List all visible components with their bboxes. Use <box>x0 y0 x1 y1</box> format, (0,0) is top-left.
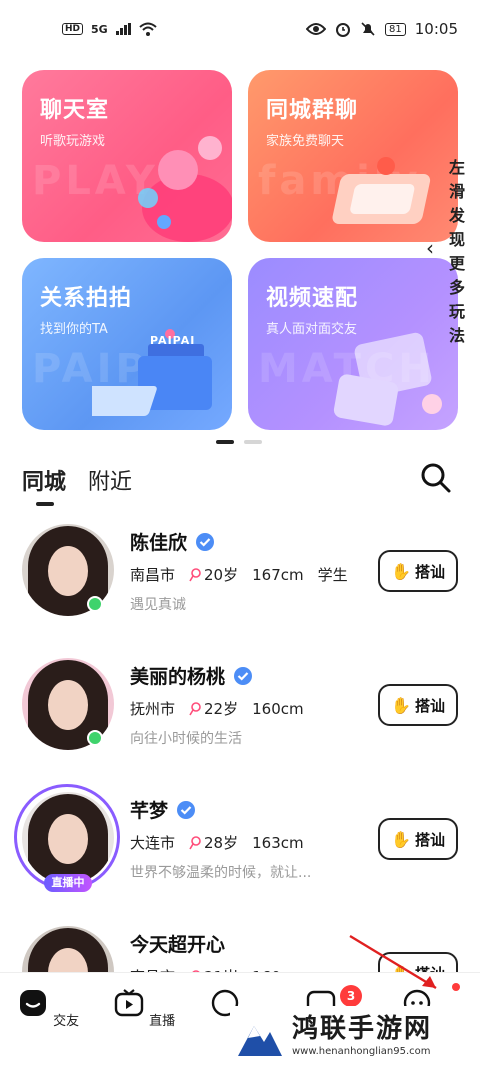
group-chat-illustration-icon <box>332 157 431 224</box>
card-title: 同城群聊 <box>266 98 359 123</box>
watermark-title: 鸿联手游网 <box>292 1014 433 1044</box>
user-city: 大连市 <box>130 834 176 852</box>
watermark-logo-icon <box>238 1026 282 1056</box>
user-job: 学生 <box>317 566 348 584</box>
tab-same-city[interactable]: 同城 <box>22 464 66 506</box>
tab-nearby[interactable]: 附近 <box>88 464 132 496</box>
hd-badge: HD <box>62 23 84 35</box>
female-icon <box>189 835 201 849</box>
annotation-arrow-icon <box>349 934 437 990</box>
female-icon <box>189 567 201 581</box>
carousel-indicator <box>216 440 262 444</box>
user-height: 163cm <box>252 833 304 852</box>
wave-hand-icon: ✋ <box>391 829 411 849</box>
site-watermark: 鸿联手游网 www.henanhonglian95.com <box>230 1006 476 1064</box>
network-type: 5G <box>91 22 108 36</box>
nav-live[interactable]: 直播 <box>109 987 179 1029</box>
card-relationship-pai[interactable]: PAIPAI 关系拍拍 找到你的TA PAIPAI <box>22 258 232 430</box>
battery-level: 81 <box>385 22 406 36</box>
chevron-left-icon: ‹ <box>426 236 434 260</box>
search-icon[interactable] <box>418 460 454 496</box>
swipe-more-hint[interactable]: 左滑发现更多玩法 <box>446 156 468 348</box>
user-age: 20岁 <box>189 564 238 585</box>
wave-hand-icon: ✋ <box>391 695 411 715</box>
user-name: 美丽的杨桃 <box>130 662 253 689</box>
carousel-dot-active <box>216 440 234 444</box>
user-age: 28岁 <box>189 832 238 853</box>
card-title: 关系拍拍 <box>40 286 133 311</box>
friends-icon <box>19 990 46 1016</box>
eye-icon <box>306 23 327 35</box>
user-bio: 向往小时候的生活 <box>130 731 242 747</box>
female-icon <box>189 701 201 715</box>
user-meta: 抚州市 22岁 160cm <box>130 698 304 719</box>
verified-icon <box>177 800 196 819</box>
user-bio: 世界不够温柔的时候，就让... <box>130 865 312 881</box>
profile-notification-dot <box>452 983 460 991</box>
video-illustration-icon <box>333 332 442 426</box>
card-city-group-chat[interactable]: family 同城群聊 家族免费聊天 <box>248 70 458 242</box>
list-item[interactable]: 陈佳欣 南昌市 20岁 167cm 学生 遇见真诚 ✋ 搭讪 <box>0 520 480 650</box>
watermark-url: www.henanhonglian95.com <box>292 1046 431 1057</box>
live-badge: 直播中 <box>44 874 92 892</box>
clock-time: 10:05 <box>414 20 458 38</box>
user-city: 抚州市 <box>130 700 176 718</box>
user-bio: 遇见真诚 <box>130 597 186 613</box>
user-name: 陈佳欣 <box>130 528 215 555</box>
nav-friends[interactable]: 交友 <box>13 987 83 1029</box>
paipai-sign: PAIPAI <box>150 334 196 347</box>
online-indicator <box>87 730 103 746</box>
greet-button[interactable]: ✋搭讪 <box>378 550 458 592</box>
user-age: 22岁 <box>189 698 238 719</box>
status-bar: HD 5G 81 10:05 <box>0 0 480 58</box>
list-item[interactable]: 直播中 芊梦 大连市 28岁 163cm 世界不够温柔的时候，就让... ✋ 搭讪 <box>0 784 480 918</box>
chat-room-illustration-icon <box>138 136 232 242</box>
online-indicator <box>87 596 103 612</box>
tab-bar: 同城 附近 <box>22 460 458 506</box>
user-name: 今天超开心 <box>130 934 226 956</box>
avatar[interactable] <box>22 792 114 884</box>
list-item[interactable]: 美丽的杨桃 抚州市 22岁 160cm 向往小时候的生活 ✋ 搭讪 <box>0 654 480 784</box>
card-video-match[interactable]: MATCH 视频速配 真人面对面交友 <box>248 258 458 430</box>
user-height: 167cm <box>252 565 304 584</box>
mute-bell-icon <box>361 22 375 36</box>
live-tv-icon <box>114 989 144 1017</box>
user-meta: 南昌市 20岁 167cm 学生 <box>130 564 348 585</box>
signal-icon <box>115 23 131 35</box>
carousel-dot <box>244 440 262 444</box>
user-name: 芊梦 <box>130 796 196 823</box>
card-title: 视频速配 <box>266 286 359 311</box>
user-city: 南昌市 <box>130 566 176 584</box>
card-chat-room[interactable]: PLAY 聊天室 听歌玩游戏 <box>22 70 232 242</box>
user-height: 160cm <box>252 699 304 718</box>
verified-icon <box>196 532 215 551</box>
greet-button[interactable]: ✋搭讪 <box>378 818 458 860</box>
user-meta: 大连市 28岁 163cm <box>130 832 304 853</box>
verified-icon <box>234 666 253 685</box>
wave-hand-icon: ✋ <box>391 561 411 581</box>
wifi-icon <box>139 22 157 36</box>
alarm-icon <box>336 23 351 37</box>
greet-button[interactable]: ✋搭讪 <box>378 684 458 726</box>
